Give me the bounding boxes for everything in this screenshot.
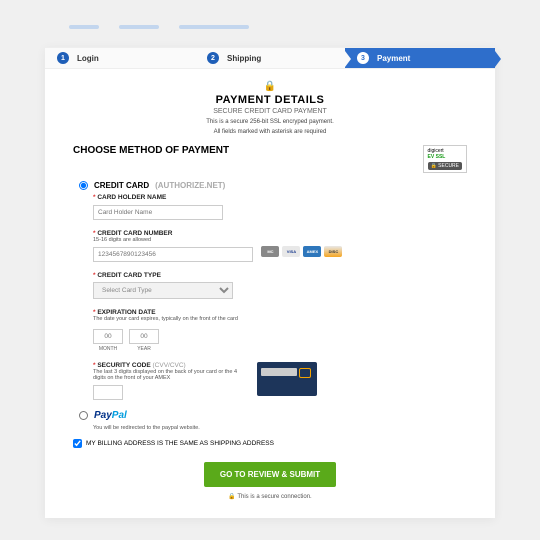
card-type-select[interactable]: Select Card Type (93, 282, 233, 299)
step-shipping[interactable]: 2 Shipping (195, 47, 345, 69)
lock-icon: 🔒 (73, 81, 467, 92)
exp-year-input[interactable] (129, 329, 159, 344)
step-payment[interactable]: 3 Payment (345, 47, 495, 69)
paypal-radio[interactable] (79, 411, 88, 420)
method-credit-card[interactable]: CREDIT CARD (AUTHORIZE.NET) (79, 181, 467, 190)
required-note: All fields marked with asterisk are requ… (73, 129, 467, 135)
card-number-label: * CREDIT CARD NUMBER (93, 230, 467, 237)
card-type-label: * CREDIT CARD TYPE (93, 272, 467, 279)
card-number-input[interactable] (93, 247, 253, 262)
billing-same-checkbox[interactable]: MY BILLING ADDRESS IS THE SAME AS SHIPPI… (73, 439, 467, 448)
page-subtitle: SECURE CREDIT CARD PAYMENT (73, 108, 467, 115)
payment-card: 1 Login 2 Shipping 3 Payment 🔒 PAYMENT D… (45, 47, 495, 518)
paypal-note: You will be redirected to the paypal web… (93, 425, 467, 431)
amex-icon: AMEX (303, 246, 321, 257)
step-login[interactable]: 1 Login (45, 47, 195, 69)
submit-button[interactable]: GO TO REVIEW & SUBMIT (204, 462, 336, 487)
checkout-steps: 1 Login 2 Shipping 3 Payment (45, 47, 495, 69)
credit-card-radio[interactable] (79, 181, 88, 190)
exp-month-input[interactable] (93, 329, 123, 344)
encryption-note: This is a secure 256-bit SSL encryped pa… (73, 119, 467, 125)
expiration-label: * EXPIRATION DATE (93, 309, 467, 316)
blurred-header-placeholder (45, 25, 495, 35)
choose-method-heading: CHOOSE METHOD OF PAYMENT (73, 145, 229, 156)
card-holder-input[interactable] (93, 205, 223, 220)
mastercard-icon: MC (261, 246, 279, 257)
paypal-logo: PayPal (94, 410, 127, 421)
cvv-input[interactable] (93, 385, 123, 400)
card-holder-label: * CARD HOLDER NAME (93, 194, 467, 201)
digicert-badge: digicert EV SSL 🔒 SECURE (423, 145, 467, 173)
page-title: PAYMENT DETAILS (73, 94, 467, 106)
discover-icon: DISC (324, 246, 342, 257)
secure-line: 🔒 This is a secure connection. (73, 493, 467, 500)
cvv-label: * SECURITY CODE (CVV/CVC) (93, 362, 243, 369)
visa-icon: VISA (282, 246, 300, 257)
method-paypal[interactable]: PayPal (79, 410, 467, 421)
card-brand-icons: MC VISA AMEX DISC (261, 246, 342, 257)
cvv-illustration (257, 362, 317, 396)
